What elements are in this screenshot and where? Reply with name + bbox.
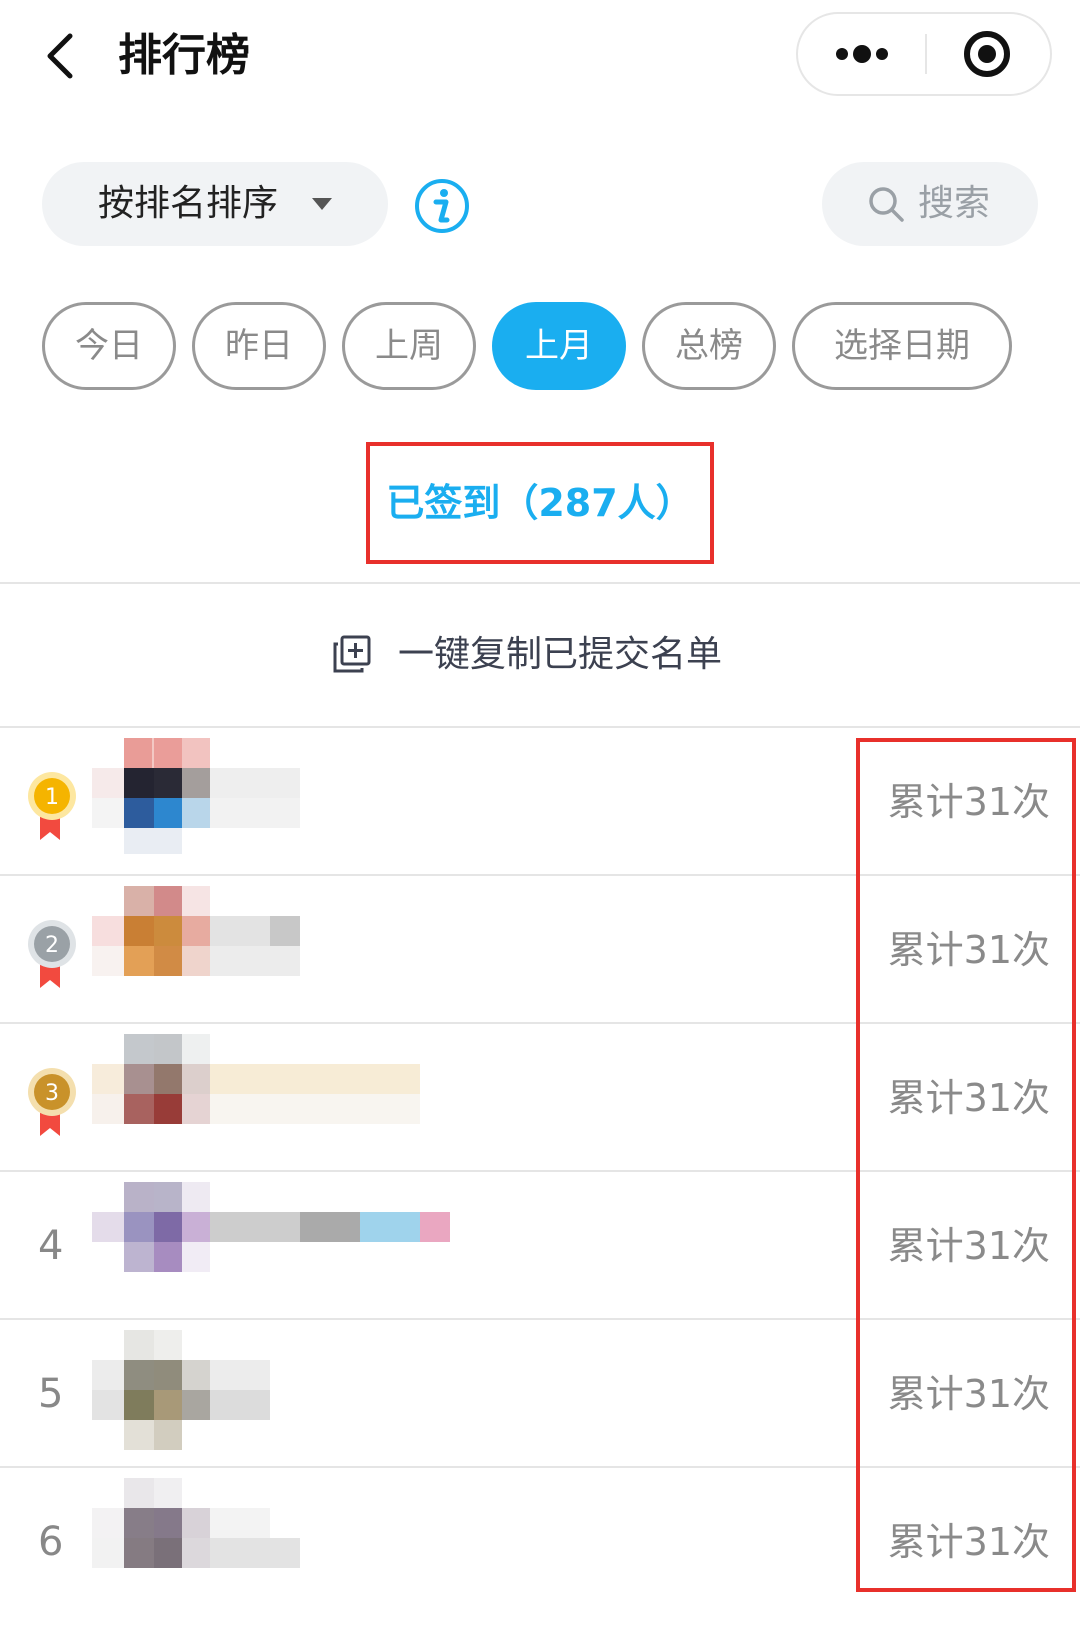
avatar-blurred [92, 738, 300, 854]
svg-text:2: 2 [45, 933, 59, 958]
caret-down-icon [312, 198, 332, 210]
date-filter-tabs: 今日 昨日 上周 上月 总榜 选择日期 [0, 302, 1080, 390]
tab-overall[interactable]: 总榜 [642, 302, 776, 390]
list-item[interactable]: 4 累计31次 [0, 1172, 1080, 1320]
mini-program-capsule [796, 12, 1052, 96]
info-icon[interactable] [414, 178, 470, 234]
checkin-count: 累计31次 [887, 1372, 1050, 1416]
sort-dropdown[interactable]: 按排名排序 [42, 162, 388, 246]
more-icon[interactable] [798, 14, 925, 94]
tab-yesterday[interactable]: 昨日 [192, 302, 326, 390]
back-icon[interactable] [40, 28, 84, 84]
search-icon [866, 184, 906, 224]
tab-last-month[interactable]: 上月 [492, 302, 626, 390]
copy-submitted-list-button[interactable]: 一键复制已提交名单 [0, 584, 1080, 726]
svg-text:3: 3 [45, 1081, 59, 1106]
list-item[interactable]: 5 累计31次 [0, 1320, 1080, 1468]
checkin-count: 累计31次 [887, 928, 1050, 972]
list-item[interactable]: 6 累计31次 [0, 1468, 1080, 1616]
search-label: 搜索 [918, 183, 991, 224]
signed-count: 已签到（287人） [386, 481, 694, 525]
rank-number: 4 [38, 1223, 64, 1269]
sort-label: 按排名排序 [98, 183, 279, 224]
checkin-count: 累计31次 [887, 1520, 1050, 1564]
svg-text:1: 1 [45, 785, 59, 810]
gold-medal-icon: 1 [26, 766, 82, 846]
close-mini-program-icon[interactable] [927, 14, 1052, 94]
nav-bar: 排行榜 [0, 0, 1080, 112]
rank-number: 5 [38, 1371, 64, 1417]
copy-icon [332, 634, 372, 674]
avatar-blurred [92, 1182, 450, 1272]
list-item[interactable]: 2 累计31次 [0, 876, 1080, 1024]
signed-count-highlight: 已签到（287人） [366, 442, 714, 564]
avatar-blurred [92, 1330, 270, 1450]
copy-list-label: 一键复制已提交名单 [398, 634, 723, 675]
tab-last-week[interactable]: 上周 [342, 302, 476, 390]
list-item[interactable]: 1 累计31次 [0, 728, 1080, 876]
list-item[interactable]: 3 累计31次 [0, 1024, 1080, 1172]
search-button[interactable]: 搜索 [822, 162, 1038, 246]
avatar-blurred [92, 1478, 300, 1568]
avatar-blurred [92, 1034, 420, 1124]
tab-today[interactable]: 今日 [42, 302, 176, 390]
tab-pick-date[interactable]: 选择日期 [792, 302, 1012, 390]
avatar-blurred [92, 886, 300, 976]
checkin-count: 累计31次 [887, 780, 1050, 824]
page-title: 排行榜 [118, 30, 250, 81]
bronze-medal-icon: 3 [26, 1062, 82, 1142]
silver-medal-icon: 2 [26, 914, 82, 994]
checkin-count: 累计31次 [887, 1076, 1050, 1120]
checkin-count: 累计31次 [887, 1224, 1050, 1268]
rank-number: 6 [38, 1519, 64, 1565]
